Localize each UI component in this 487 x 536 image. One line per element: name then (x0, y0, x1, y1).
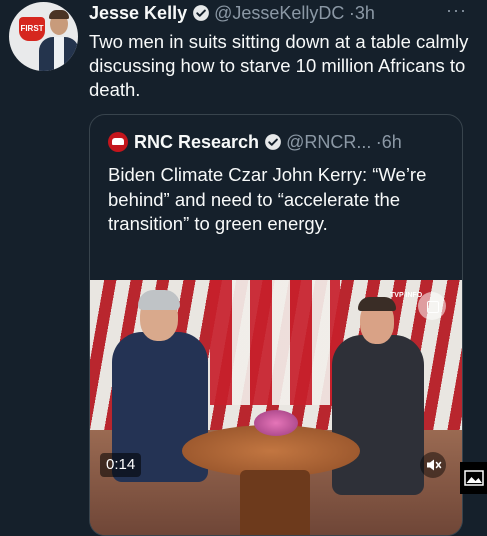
author-name[interactable]: Jesse Kelly (89, 3, 187, 23)
tweet-header: Jesse Kelly @JesseKellyDC ·3h (89, 0, 375, 26)
tweet-time[interactable]: 3h (355, 3, 375, 23)
quote-time[interactable]: 6h (382, 132, 402, 152)
rnc-logo-icon (108, 132, 128, 152)
verified-badge-icon (264, 133, 282, 160)
video-flowers (254, 410, 298, 436)
video-duration: 0:14 (100, 453, 142, 477)
quote-author-handle[interactable]: @RNCR... (286, 132, 371, 152)
video-player[interactable]: TVP INFO 0:14 (90, 280, 462, 535)
author-handle[interactable]: @JesseKellyDC (214, 3, 344, 23)
image-icon[interactable] (460, 462, 487, 494)
captions-icon[interactable] (418, 292, 446, 320)
mute-speaker-icon[interactable] (420, 452, 446, 478)
quote-header: RNC Research @RNCR... ·6h (108, 129, 402, 155)
verified-badge-icon (192, 4, 210, 31)
quoted-tweet[interactable]: RNC Research @RNCR... ·6h Biden Climate C… (89, 114, 463, 536)
quote-author-name[interactable]: RNC Research (134, 132, 259, 152)
avatar-badge: FIRST (19, 17, 45, 41)
quote-text: Biden Climate Czar John Kerry: “We’re be… (108, 164, 427, 234)
avatar[interactable]: FIRST (9, 2, 78, 71)
more-dots-icon[interactable]: ··· (446, 0, 467, 21)
video-watermark: TVP INFO (390, 292, 423, 299)
tweet-text: Two men in suits sitting down at a table… (89, 31, 469, 100)
